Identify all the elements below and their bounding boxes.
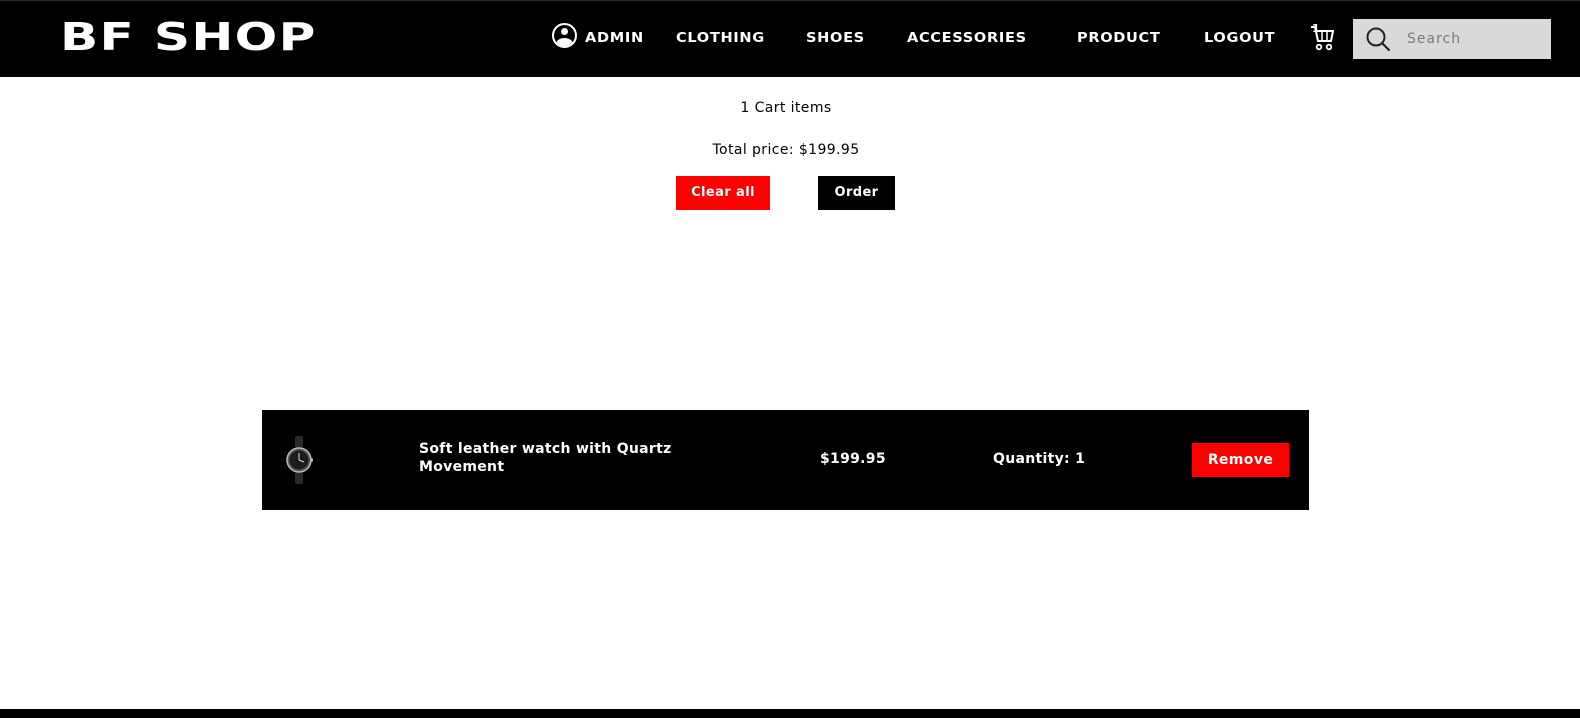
cart-item-row: Soft leather watch with Quartz Movement …	[262, 410, 1309, 510]
page: BF SHOP ADMIN CLOTHING SHOES ACCESSORIES…	[0, 0, 1580, 718]
site-header: BF SHOP ADMIN CLOTHING SHOES ACCESSORIES…	[0, 0, 1580, 77]
product-price: $199.95	[820, 451, 886, 467]
nav-accessories[interactable]: ACCESSORIES	[907, 29, 1027, 49]
nav-shoes[interactable]: SHOES	[806, 29, 865, 49]
shopping-cart-icon[interactable]	[1309, 25, 1335, 53]
cart-item-count: 1 Cart items	[740, 100, 832, 116]
product-quantity: Quantity: 1	[993, 451, 1086, 467]
cart-total-price: Total price: $199.95	[712, 142, 860, 158]
clear-all-button[interactable]: Clear all	[676, 176, 770, 210]
watch-icon	[286, 436, 313, 484]
nav-admin[interactable]: ADMIN	[585, 29, 644, 49]
user-icon-head	[561, 28, 568, 35]
user-icon-body	[556, 38, 573, 46]
product-name[interactable]: Soft leather watch with Quartz Movement	[419, 440, 739, 476]
site-logo[interactable]: BF SHOP	[60, 13, 317, 61]
nav-product[interactable]: PRODUCT	[1077, 29, 1160, 49]
search-input[interactable]	[1405, 25, 1545, 53]
remove-item-button[interactable]: Remove	[1192, 443, 1289, 477]
user-circle-icon[interactable]	[552, 23, 577, 48]
nav-logout[interactable]: LOGOUT	[1204, 29, 1275, 49]
order-button[interactable]: Order	[818, 176, 895, 210]
nav-clothing[interactable]: CLOTHING	[676, 29, 765, 49]
footer-bar	[0, 709, 1580, 718]
search-box	[1353, 19, 1551, 59]
search-icon[interactable]	[1365, 26, 1391, 52]
